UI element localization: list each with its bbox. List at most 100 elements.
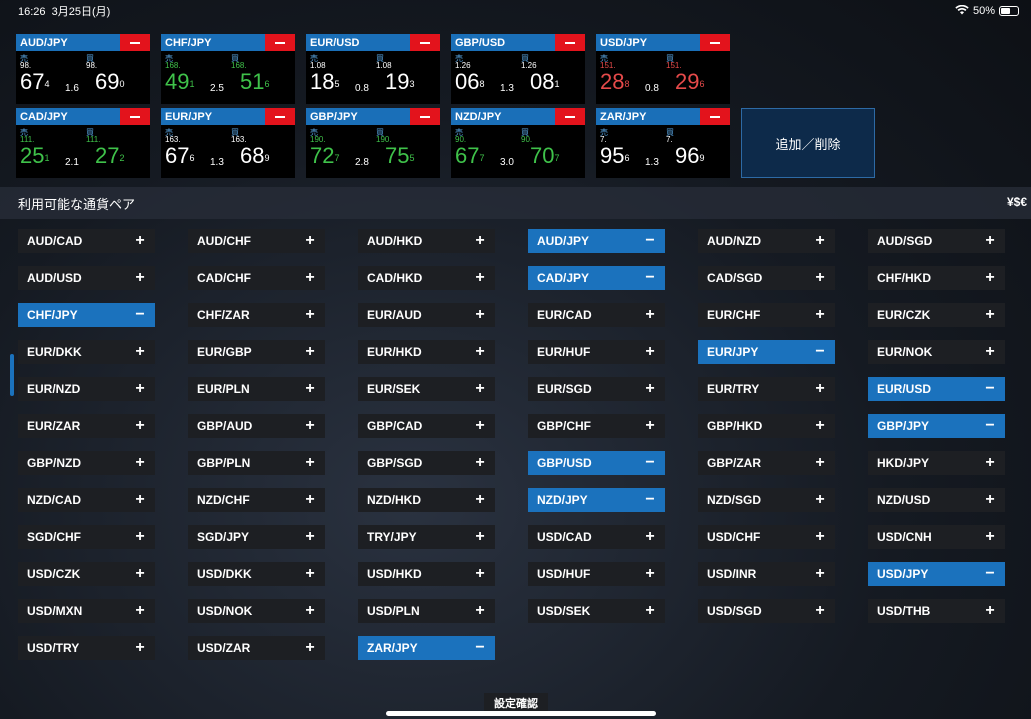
pair-toggle[interactable]: EUR/TRY + [698, 377, 835, 401]
pair-toggle[interactable]: AUD/CAD + [18, 229, 155, 253]
pair-toggle[interactable]: TRY/JPY + [358, 525, 495, 549]
pair-toggle[interactable]: USD/INR + [698, 562, 835, 586]
pair-toggle[interactable]: EUR/GBP + [188, 340, 325, 364]
pair-toggle[interactable]: GBP/PLN + [188, 451, 325, 475]
pair-toggle[interactable]: EUR/USD − [868, 377, 1005, 401]
buy-price[interactable]: 707 [530, 145, 560, 167]
sell-price[interactable]: 727 [310, 145, 340, 167]
sell-price[interactable]: 251 [20, 145, 50, 167]
buy-price[interactable]: 969 [675, 145, 705, 167]
pair-toggle[interactable]: EUR/CZK + [868, 303, 1005, 327]
sell-price[interactable]: 674 [20, 71, 50, 93]
pair-toggle[interactable]: USD/JPY − [868, 562, 1005, 586]
rate-tile[interactable]: EUR/USD 売 買 1.08 1.08 185 0.8 193 [306, 34, 440, 104]
pair-toggle[interactable]: NZD/SGD + [698, 488, 835, 512]
pair-toggle[interactable]: NZD/JPY − [528, 488, 665, 512]
pair-toggle[interactable]: EUR/HUF + [528, 340, 665, 364]
remove-tile-icon[interactable] [120, 108, 150, 125]
rate-tile[interactable]: CHF/JPY 売 買 168. 168. 491 2.5 516 [161, 34, 295, 104]
pair-toggle[interactable]: USD/HUF + [528, 562, 665, 586]
remove-tile-icon[interactable] [410, 108, 440, 125]
buy-price[interactable]: 516 [240, 71, 270, 93]
remove-tile-icon[interactable] [265, 108, 295, 125]
pair-toggle[interactable]: EUR/NZD + [18, 377, 155, 401]
pair-toggle[interactable]: EUR/ZAR + [18, 414, 155, 438]
confirm-settings-button[interactable]: 設定確認 [484, 693, 548, 713]
pair-toggle[interactable]: GBP/SGD + [358, 451, 495, 475]
pair-toggle[interactable]: GBP/AUD + [188, 414, 325, 438]
pair-toggle[interactable]: SGD/JPY + [188, 525, 325, 549]
pair-toggle[interactable]: EUR/CAD + [528, 303, 665, 327]
pair-toggle[interactable]: AUD/USD + [18, 266, 155, 290]
rate-tile[interactable]: ZAR/JPY 売 買 7. 7. 956 1.3 969 [596, 108, 730, 178]
pair-toggle[interactable]: GBP/ZAR + [698, 451, 835, 475]
pair-toggle[interactable]: AUD/CHF + [188, 229, 325, 253]
sell-price[interactable]: 677 [455, 145, 485, 167]
buy-price[interactable]: 193 [385, 71, 415, 93]
pair-toggle[interactable]: USD/THB + [868, 599, 1005, 623]
pair-toggle[interactable]: EUR/AUD + [358, 303, 495, 327]
rate-tile[interactable]: GBP/JPY 売 買 190. 190. 727 2.8 755 [306, 108, 440, 178]
buy-price[interactable]: 690 [95, 71, 125, 93]
sell-price[interactable]: 491 [165, 71, 195, 93]
pair-toggle[interactable]: USD/CAD + [528, 525, 665, 549]
pair-toggle[interactable]: NZD/CAD + [18, 488, 155, 512]
pair-toggle[interactable]: USD/CNH + [868, 525, 1005, 549]
sell-price[interactable]: 288 [600, 71, 630, 93]
pair-toggle[interactable]: EUR/JPY − [698, 340, 835, 364]
pair-toggle[interactable]: NZD/CHF + [188, 488, 325, 512]
remove-tile-icon[interactable] [700, 34, 730, 51]
pair-toggle[interactable]: EUR/SGD + [528, 377, 665, 401]
pair-toggle[interactable]: EUR/PLN + [188, 377, 325, 401]
pair-toggle[interactable]: CHF/HKD + [868, 266, 1005, 290]
sell-price[interactable]: 185 [310, 71, 340, 93]
pair-toggle[interactable]: HKD/JPY + [868, 451, 1005, 475]
pair-toggle[interactable]: USD/ZAR + [188, 636, 325, 660]
pair-toggle[interactable]: EUR/SEK + [358, 377, 495, 401]
remove-tile-icon[interactable] [700, 108, 730, 125]
pair-toggle[interactable]: GBP/JPY − [868, 414, 1005, 438]
sell-price[interactable]: 956 [600, 145, 630, 167]
scroll-handle[interactable] [10, 354, 14, 396]
pair-toggle[interactable]: NZD/HKD + [358, 488, 495, 512]
sell-price[interactable]: 676 [165, 145, 195, 167]
rate-tile[interactable]: GBP/USD 売 買 1.26 1.26 068 1.3 081 [451, 34, 585, 104]
rate-tile[interactable]: USD/JPY 売 買 151. 151. 288 0.8 296 [596, 34, 730, 104]
rate-tile[interactable]: AUD/JPY 売 買 98. 98. 674 1.6 690 [16, 34, 150, 104]
pair-toggle[interactable]: USD/NOK + [188, 599, 325, 623]
remove-tile-icon[interactable] [555, 34, 585, 51]
buy-price[interactable]: 296 [675, 71, 705, 93]
pair-toggle[interactable]: AUD/NZD + [698, 229, 835, 253]
remove-tile-icon[interactable] [555, 108, 585, 125]
pair-toggle[interactable]: USD/HKD + [358, 562, 495, 586]
pair-toggle[interactable]: CAD/CHF + [188, 266, 325, 290]
pair-toggle[interactable]: GBP/CHF + [528, 414, 665, 438]
pair-toggle[interactable]: NZD/USD + [868, 488, 1005, 512]
pair-toggle[interactable]: AUD/JPY − [528, 229, 665, 253]
sell-price[interactable]: 068 [455, 71, 485, 93]
pair-toggle[interactable]: USD/MXN + [18, 599, 155, 623]
pair-toggle[interactable]: GBP/HKD + [698, 414, 835, 438]
pair-toggle[interactable]: GBP/CAD + [358, 414, 495, 438]
currency-icon[interactable]: ¥$€ [1007, 195, 1027, 209]
buy-price[interactable]: 689 [240, 145, 270, 167]
pair-toggle[interactable]: GBP/USD − [528, 451, 665, 475]
rate-tile[interactable]: EUR/JPY 売 買 163. 163. 676 1.3 689 [161, 108, 295, 178]
pair-toggle[interactable]: CAD/JPY − [528, 266, 665, 290]
rate-tile[interactable]: CAD/JPY 売 買 111. 111. 251 2.1 272 [16, 108, 150, 178]
pair-toggle[interactable]: USD/PLN + [358, 599, 495, 623]
add-remove-button[interactable]: 追加／削除 [741, 108, 875, 178]
pair-toggle[interactable]: CAD/HKD + [358, 266, 495, 290]
pair-toggle[interactable]: USD/TRY + [18, 636, 155, 660]
pair-toggle[interactable]: EUR/HKD + [358, 340, 495, 364]
buy-price[interactable]: 081 [530, 71, 560, 93]
home-indicator[interactable] [386, 711, 656, 716]
remove-tile-icon[interactable] [120, 34, 150, 51]
pair-toggle[interactable]: AUD/SGD + [868, 229, 1005, 253]
pair-toggle[interactable]: GBP/NZD + [18, 451, 155, 475]
buy-price[interactable]: 272 [95, 145, 125, 167]
pair-toggle[interactable]: CHF/JPY − [18, 303, 155, 327]
pair-toggle[interactable]: ZAR/JPY − [358, 636, 495, 660]
buy-price[interactable]: 755 [385, 145, 415, 167]
pair-toggle[interactable]: EUR/DKK + [18, 340, 155, 364]
